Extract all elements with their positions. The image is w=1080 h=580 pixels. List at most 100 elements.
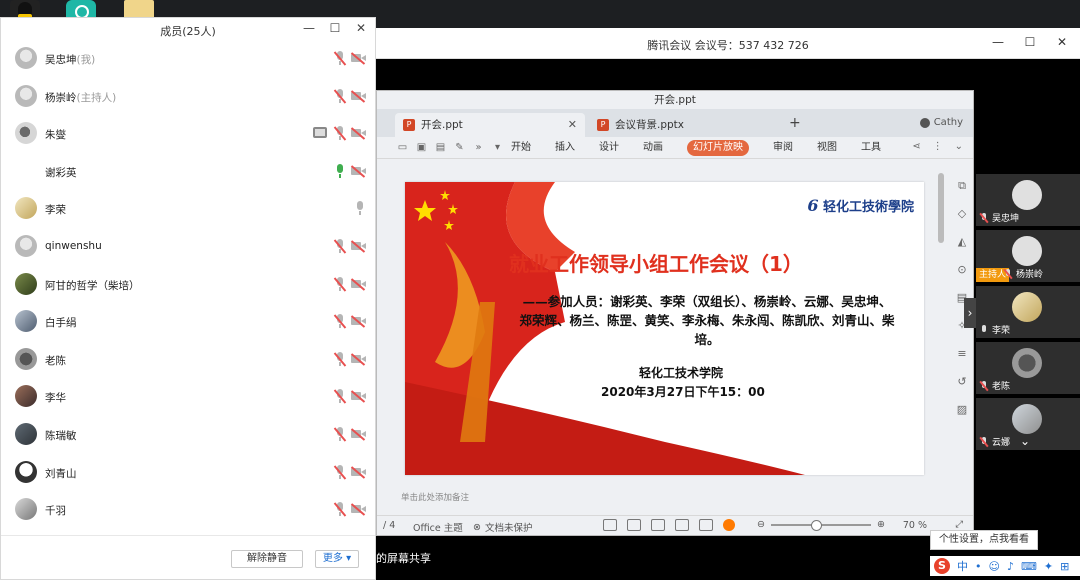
menu-animation[interactable]: 动画 — [643, 140, 663, 156]
tab-label: 开会.ppt — [421, 119, 463, 131]
close-button[interactable]: ✕ — [1054, 34, 1070, 50]
mic-muted-icon[interactable] — [335, 426, 345, 441]
mic-muted-icon[interactable] — [335, 88, 345, 103]
mic-muted-icon — [980, 381, 988, 391]
vertical-scrollbar[interactable] — [937, 169, 945, 481]
fill-icon[interactable]: ◭ — [955, 235, 969, 249]
chevron-down-icon[interactable]: ⌄ — [1020, 434, 1030, 448]
member-name: 陈瑞敏 — [45, 429, 77, 442]
member-row[interactable]: qinwenshu — [1, 228, 375, 266]
keyboard-icon[interactable]: ⌨ — [1021, 560, 1037, 573]
scrollbar-thumb[interactable] — [938, 173, 944, 243]
notes-placeholder[interactable]: 单击此处添加备注 — [401, 491, 469, 503]
member-row[interactable]: 朱燮 — [1, 115, 375, 153]
member-row[interactable]: 李华 — [1, 378, 375, 416]
more-chevron-icon[interactable]: » — [473, 142, 484, 153]
minimize-button[interactable]: — — [990, 34, 1006, 50]
zoom-in-icon[interactable]: ⊕ — [877, 519, 885, 530]
member-row[interactable]: 吴忠坤(我) — [1, 40, 375, 78]
notes-view-icon[interactable] — [603, 519, 617, 531]
image-icon[interactable]: ▨ — [955, 403, 969, 417]
sogou-ime-icon[interactable]: S — [934, 558, 950, 574]
theme-label[interactable]: Office 主题 — [413, 520, 463, 534]
menu-design[interactable]: 设计 — [599, 140, 619, 156]
collapse-strip-arrow-icon[interactable]: › — [964, 298, 976, 328]
format-painter-icon[interactable]: ✎ — [454, 142, 465, 153]
panel-close-button[interactable]: ✕ — [355, 21, 367, 35]
more-options-icon[interactable]: ⋮ — [933, 141, 943, 152]
mic-muted-icon[interactable] — [335, 464, 345, 479]
mic-muted-icon[interactable] — [335, 126, 345, 141]
tab-huiyi-beijing-pptx[interactable]: P 会议背景.pptx — [589, 113, 779, 137]
slide[interactable]: 6 轻化工技術學院 就业工作领导小组工作会议（1） ——参加人员：谢彩英、李荣（… — [405, 182, 924, 475]
collapse-ribbon-icon[interactable]: ⌄ — [955, 141, 963, 152]
print-icon[interactable]: ▤ — [435, 142, 446, 153]
menu-slideshow[interactable]: 幻灯片放映 — [687, 140, 749, 156]
member-row[interactable]: 刘青山 — [1, 454, 375, 492]
video-tile[interactable]: 吴忠坤 — [976, 174, 1080, 226]
folder-open-icon[interactable]: ▭ — [397, 142, 408, 153]
copy-icon[interactable]: ⧉ — [955, 179, 969, 193]
play-slideshow-icon[interactable] — [723, 519, 735, 531]
toolbox-icon[interactable]: ⊞ — [1060, 560, 1069, 573]
zoom-slider[interactable] — [770, 519, 871, 531]
shape-icon[interactable]: ◇ — [955, 207, 969, 221]
menu-view[interactable]: 视图 — [817, 140, 837, 156]
emoji-icon[interactable]: ☺ — [989, 560, 1000, 573]
normal-view-icon[interactable] — [627, 519, 641, 531]
sorter-view-icon[interactable] — [651, 519, 665, 531]
video-tile[interactable]: 李荣 — [976, 286, 1080, 338]
menu-tools[interactable]: 工具 — [861, 140, 881, 156]
mic-muted-icon[interactable] — [335, 276, 345, 291]
member-row[interactable]: 李荣 — [1, 190, 375, 228]
punctuation-icon[interactable]: • — [975, 560, 982, 573]
member-row[interactable]: 杨崇岭(主持人) — [1, 78, 375, 116]
skin-icon[interactable]: ✦ — [1044, 560, 1053, 573]
video-tile[interactable]: 老陈 — [976, 342, 1080, 394]
video-tile[interactable]: 主持人 杨崇岭 — [976, 230, 1080, 282]
menu-insert[interactable]: 插入 — [555, 140, 575, 156]
slideshow-view-icon[interactable] — [699, 519, 713, 531]
panel-maximize-button[interactable]: ☐ — [329, 21, 341, 35]
mic-muted-icon[interactable] — [335, 389, 345, 404]
mic-muted-icon[interactable] — [335, 351, 345, 366]
mic-icon[interactable] — [355, 201, 365, 216]
ime-language-toggle[interactable]: 中 — [957, 558, 968, 574]
mic-icon[interactable] — [335, 163, 345, 178]
member-row[interactable]: 老陈 — [1, 341, 375, 379]
document-protection[interactable]: ⊗ 文档未保护 — [473, 520, 532, 535]
avatar — [1012, 180, 1042, 210]
menu-review[interactable]: 审阅 — [773, 140, 793, 156]
history-icon[interactable]: ↺ — [955, 375, 969, 389]
share-icon[interactable]: ⋖ — [912, 141, 920, 152]
reading-view-icon[interactable] — [675, 519, 689, 531]
mic-muted-icon[interactable] — [335, 238, 345, 253]
unmute-all-button[interactable]: 解除静音 — [231, 550, 303, 568]
member-row[interactable]: 白手绢 — [1, 303, 375, 341]
more-button[interactable]: 更多 ▾ — [315, 550, 359, 568]
zoom-out-icon[interactable]: ⊖ — [757, 519, 765, 530]
mic-muted-icon[interactable] — [335, 51, 345, 65]
compass-icon[interactable]: ⊙ — [955, 263, 969, 277]
member-row[interactable]: 谢彩英 — [1, 153, 375, 191]
zoom-level[interactable]: 70 % — [903, 520, 927, 531]
wps-user[interactable]: Cathy — [919, 117, 963, 128]
member-row[interactable]: 陈瑞敏 — [1, 416, 375, 454]
tab-close-icon[interactable]: ✕ — [568, 114, 577, 136]
ime-tooltip[interactable]: 个性设置，点我看看 — [930, 530, 1038, 550]
mic-muted-icon[interactable] — [335, 314, 345, 329]
tab-kaihui-ppt[interactable]: P 开会.ppt ✕ — [395, 113, 585, 137]
member-row[interactable]: 阿甘的哲学（柴培） — [1, 266, 375, 304]
mic-muted-icon[interactable] — [335, 502, 345, 517]
menu-home[interactable]: 开始 — [511, 140, 531, 156]
dropdown-icon[interactable]: ▾ — [492, 142, 503, 153]
voice-icon[interactable]: ♪ — [1007, 560, 1014, 573]
fit-window-icon[interactable]: ⤢ — [955, 519, 963, 530]
new-tab-plus-icon[interactable]: + — [789, 115, 801, 131]
tile-name: 老陈 — [992, 382, 1011, 392]
settings-sliders-icon[interactable]: ≡ — [955, 347, 969, 361]
maximize-button[interactable]: ☐ — [1022, 34, 1038, 50]
panel-minimize-button[interactable]: — — [303, 21, 315, 35]
save-icon[interactable]: ▣ — [416, 142, 427, 153]
member-row[interactable]: 千羽 — [1, 491, 375, 529]
